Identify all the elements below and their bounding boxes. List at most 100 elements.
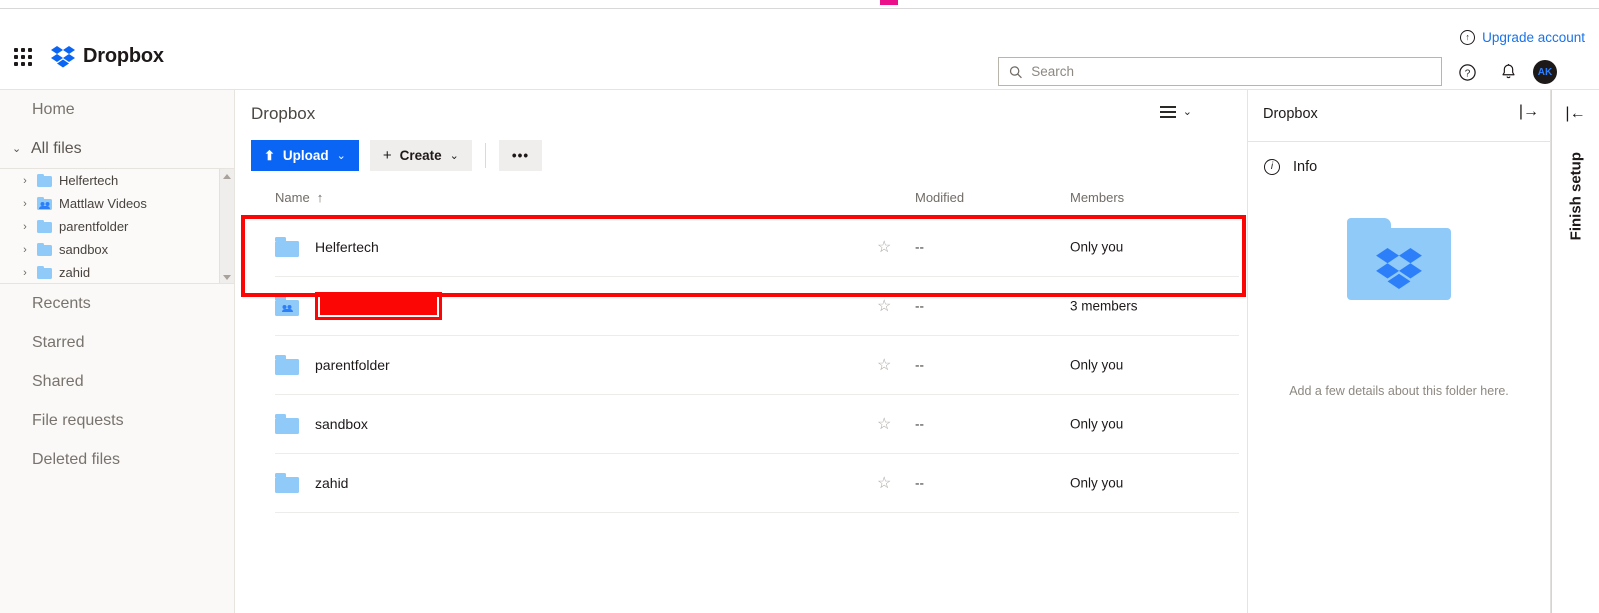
more-options-label: ••• [511, 148, 530, 163]
table-row[interactable]: parentfolder ☆ -- Only you [275, 336, 1239, 395]
upgrade-account-link[interactable]: ↑ Upgrade account [1460, 30, 1585, 45]
folder-icon [275, 414, 299, 434]
info-tab-label: Info [1293, 159, 1318, 175]
chevron-right-icon: › [23, 243, 27, 256]
upload-icon: ⬆ [264, 147, 275, 163]
column-header-name[interactable]: Name ↑ [275, 190, 323, 205]
file-list: Helfertech ☆ -- Only you ☆ -- 3 members … [275, 218, 1239, 513]
user-avatar[interactable]: AK [1533, 60, 1557, 84]
sidebar-item-label: Shared [32, 372, 84, 390]
create-button[interactable]: + Create ⌄ [369, 140, 472, 171]
row-name-cell: Helfertech [275, 237, 379, 257]
tree-item-helfertech[interactable]: › Helfertech [0, 169, 234, 192]
upload-button-label: Upload [282, 148, 329, 163]
row-modified-value: -- [915, 416, 924, 432]
star-icon[interactable]: ☆ [877, 237, 891, 257]
sort-ascending-icon: ↑ [316, 190, 324, 205]
row-name-cell: zahid [275, 473, 348, 493]
column-header-name-label: Name [275, 190, 310, 205]
top-header-bar: Dropbox ↑ Upgrade account ? [0, 9, 1599, 90]
star-icon[interactable]: ☆ [877, 296, 891, 316]
tree-scrollbar[interactable] [219, 169, 234, 283]
table-column-headers: Name ↑ Modified Members [275, 190, 1239, 218]
table-row[interactable]: sandbox ☆ -- Only you [275, 395, 1239, 454]
folder-icon [275, 237, 299, 257]
table-row[interactable]: Helfertech ☆ -- Only you [275, 218, 1239, 277]
notification-bell-icon[interactable] [1497, 61, 1519, 83]
tree-item-label: Helfertech [59, 173, 119, 188]
table-row[interactable]: ☆ -- 3 members [275, 277, 1239, 336]
column-header-modified-label: Modified [915, 190, 965, 205]
left-sidebar: Home ⌄ All files › Helfertech › Mattlaw … [0, 90, 235, 613]
tree-item-parentfolder[interactable]: › parentfolder [0, 215, 234, 238]
create-button-label: Create [399, 148, 442, 163]
row-name-cell [275, 292, 442, 320]
column-header-modified[interactable]: Modified [915, 190, 964, 205]
app-grid-icon[interactable] [14, 48, 34, 68]
star-icon[interactable]: ☆ [877, 414, 891, 434]
sidebar-item-file-requests[interactable]: File requests [0, 401, 234, 440]
svg-text:?: ? [1464, 68, 1470, 79]
row-name-label: zahid [315, 475, 349, 491]
search-box[interactable] [998, 57, 1442, 86]
tree-item-label: parentfolder [59, 219, 129, 234]
scroll-up-arrow-icon[interactable] [223, 174, 231, 179]
star-icon[interactable]: ☆ [877, 473, 891, 493]
sidebar-item-label: Home [32, 100, 75, 118]
row-modified-value: -- [915, 298, 924, 314]
dropbox-logo-icon [1376, 248, 1422, 290]
sidebar-item-recents[interactable]: Recents [0, 284, 234, 323]
folder-icon [37, 266, 52, 279]
row-members-value: Only you [1070, 357, 1124, 373]
plus-icon: + [382, 147, 392, 164]
finish-setup-rail[interactable]: |← Finish setup [1551, 90, 1599, 613]
table-row[interactable]: zahid ☆ -- Only you [275, 454, 1239, 513]
expand-panel-icon[interactable]: |← [1565, 106, 1585, 122]
chevron-right-icon: › [23, 197, 27, 210]
folder-icon [37, 243, 52, 256]
main-content-area: Dropbox ⌄ ⬆ Upload ⌄ + Create ⌄ ••• Name… [235, 90, 1248, 613]
dropbox-logo-icon [51, 45, 75, 67]
sidebar-item-home[interactable]: Home [0, 90, 234, 129]
dropbox-brand-logo[interactable]: Dropbox [51, 45, 164, 68]
tree-item-sandbox[interactable]: › sandbox [0, 238, 234, 261]
sidebar-item-starred[interactable]: Starred [0, 323, 234, 362]
view-options-button[interactable]: ⌄ [1159, 105, 1192, 118]
sidebar-item-label: File requests [32, 411, 124, 429]
dropbox-folder-icon [1347, 218, 1451, 300]
tree-item-mattlaw-videos[interactable]: › Mattlaw Videos [0, 192, 234, 215]
dropbox-app: Dropbox ↑ Upgrade account ? [0, 0, 1599, 613]
shared-folder-icon [275, 296, 299, 316]
chevron-right-icon: › [23, 174, 27, 187]
page-title: Dropbox [251, 104, 316, 123]
scroll-down-arrow-icon[interactable] [223, 275, 231, 280]
sidebar-item-shared[interactable]: Shared [0, 362, 234, 401]
row-name-cell: parentfolder [275, 355, 390, 375]
sidebar-item-deleted-files[interactable]: Deleted files [0, 440, 234, 479]
info-circle-icon: i [1264, 159, 1280, 175]
browser-tab-mark [880, 0, 898, 5]
sidebar-item-label: Starred [32, 333, 85, 351]
sidebar-item-all-files[interactable]: ⌄ All files [0, 129, 234, 168]
upload-button[interactable]: ⬆ Upload ⌄ [251, 140, 359, 171]
search-input[interactable] [1031, 64, 1431, 79]
row-modified-value: -- [915, 475, 924, 491]
star-icon[interactable]: ☆ [877, 355, 891, 375]
tree-item-zahid[interactable]: › zahid [0, 261, 234, 283]
chevron-down-icon: ⌄ [1182, 106, 1192, 118]
sidebar-item-label: Recents [32, 294, 91, 312]
toolbar-divider [484, 143, 486, 168]
folder-icon [275, 355, 299, 375]
upload-circle-icon: ↑ [1460, 30, 1476, 45]
info-tab[interactable]: i Info [1248, 142, 1550, 175]
help-circle-icon[interactable]: ? [1456, 61, 1478, 83]
more-options-button[interactable]: ••• [498, 140, 543, 171]
collapse-panel-icon[interactable]: |→ [1519, 104, 1539, 120]
chevron-down-icon: ⌄ [12, 143, 22, 155]
tree-item-label: Mattlaw Videos [59, 196, 147, 211]
folder-details-hint: Add a few details about this folder here… [1289, 384, 1509, 398]
right-panel-header: Dropbox |→ [1248, 90, 1550, 142]
right-panel-title: Dropbox [1263, 106, 1318, 122]
column-header-members[interactable]: Members [1070, 190, 1124, 205]
tree-item-label: sandbox [59, 242, 109, 257]
